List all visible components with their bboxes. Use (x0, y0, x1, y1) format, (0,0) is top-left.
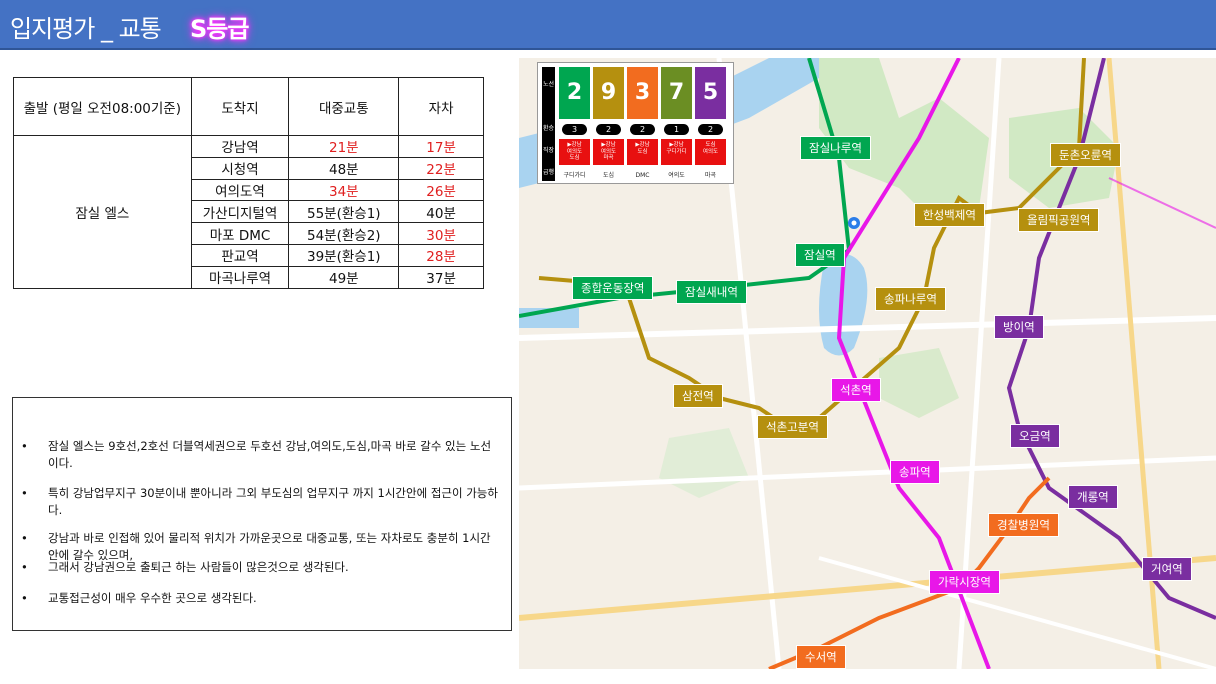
dest-cell: 마곡나루역 (190, 265, 290, 289)
legend-line-3: 3 2 ▶강남 도심 DMC (627, 67, 658, 181)
transfer-count: 2 (698, 124, 723, 135)
header-transit: 대중교통 (288, 77, 400, 136)
dest-cell: 판교역 (190, 243, 290, 267)
route-destinations: ▶강남 여의도 마곡 (593, 139, 624, 165)
transfer-count: 1 (664, 124, 689, 135)
car-cell: 17분 (398, 135, 484, 158)
car-cell: 22분 (398, 156, 484, 180)
station-label: 잠실역 (795, 243, 845, 267)
car-cell: 40분 (398, 200, 484, 224)
note-text: 잠실 엘스는 9호선,2호선 더블역세권으로 두호선 강남,여의도,도심,마곡 … (48, 439, 492, 470)
transfer-count: 2 (596, 124, 621, 135)
transit-cell: 34분 (288, 178, 400, 202)
express-destination: DMC (635, 172, 650, 179)
transit-cell: 21분 (288, 135, 400, 158)
table-row: 잠실 엘스 강남역 21분 17분 (13, 135, 484, 289)
dest-cell: 여의도역 (190, 178, 290, 202)
station-label: 석촌역 (831, 378, 881, 402)
express-destination: 구디가디 (563, 172, 586, 179)
station-label: 석촌고분역 (757, 415, 828, 439)
car-cell: 37분 (398, 265, 484, 289)
station-label: 올림픽공원역 (1018, 208, 1100, 232)
transit-cell: 54분(환승2) (288, 222, 400, 245)
origin-cell: 잠실 엘스 (13, 135, 192, 289)
bullet: • (21, 591, 28, 605)
dest-cell: 마포 DMC (190, 222, 290, 245)
express-destination: 여의도 (668, 172, 685, 179)
transit-cell: 55분(환승1) (288, 200, 400, 224)
station-label: 수서역 (796, 645, 846, 669)
note-text: 특히 강남업무지구 30분이내 뿐아니라 그외 부도심의 업무지구 까지 1시간… (48, 486, 498, 517)
line-number: 7 (661, 67, 692, 119)
station-label: 삼전역 (673, 384, 723, 408)
subway-map: 노선 환승 직장 급행 2 3 ▶강남 여의도 도심 구디가디 9 2 ▶강남 … (519, 58, 1216, 669)
station-label: 방이역 (994, 315, 1044, 339)
header-origin: 출발 (평일 오전08:00기준) (13, 77, 192, 136)
station-label: 개롱역 (1068, 485, 1118, 509)
note-text: 그래서 강남권으로 출퇴근 하는 사람들이 많은것으로 생각된다. (48, 560, 349, 574)
legend-line-5: 5 2 도심 여의도 마곡 (695, 67, 726, 181)
table-header-row: 출발 (평일 오전08:00기준) 도착지 대중교통 자차 (13, 77, 484, 136)
station-label: 둔촌오륜역 (1050, 143, 1121, 167)
station-label: 오금역 (1010, 424, 1060, 448)
bullet: • (21, 531, 28, 545)
legend-header-column: 노선 환승 직장 급행 (542, 67, 555, 181)
note-item: • 잠실 엘스는 9호선,2호선 더블역세권으로 두호선 강남,여의도,도심,마… (21, 438, 501, 472)
station-label: 거여역 (1142, 557, 1192, 581)
route-destinations: ▶강남 도심 (627, 139, 658, 165)
route-destinations: 도심 여의도 (695, 139, 726, 165)
line-number: 5 (695, 67, 726, 119)
legend-line-7: 7 1 ▶강남 구디가디 여의도 (661, 67, 692, 181)
header-car: 자차 (398, 77, 484, 136)
transit-cell: 39분(환승1) (288, 243, 400, 267)
dest-cell: 시청역 (190, 156, 290, 180)
slide-header: 입지평가 _ 교통 S등급 (0, 0, 1216, 50)
car-cell: 28분 (398, 243, 484, 267)
note-text: 교통접근성이 매우 우수한 곳으로 생각된다. (48, 591, 257, 605)
bullet: • (21, 439, 28, 453)
legend-header-work: 직장 (542, 147, 555, 154)
legend-line-9: 9 2 ▶강남 여의도 마곡 도심 (593, 67, 624, 181)
station-label: 한성백제역 (914, 203, 985, 227)
dest-cell: 강남역 (190, 135, 290, 158)
transfer-count: 2 (630, 124, 655, 135)
legend-header-transfer: 환승 (542, 125, 555, 132)
station-label: 잠실나루역 (800, 136, 871, 160)
legend-header-express: 급행 (542, 169, 555, 176)
legend-header-line: 노선 (542, 81, 555, 88)
route-destinations: ▶강남 구디가디 (661, 139, 692, 165)
header-destination: 도착지 (190, 77, 290, 136)
transit-cell: 48분 (288, 156, 400, 180)
note-item: • 특히 강남업무지구 30분이내 뿐아니라 그외 부도심의 업무지구 까지 1… (21, 485, 501, 519)
transfer-count: 3 (562, 124, 587, 135)
station-label: 경찰병원역 (988, 513, 1059, 537)
grade-badge: S등급 (190, 15, 249, 43)
bullet: • (21, 560, 28, 574)
station-label: 가락시장역 (929, 570, 1000, 594)
express-destination: 마곡 (704, 172, 717, 179)
commute-table: 출발 (평일 오전08:00기준) 도착지 대중교통 자차 잠실 엘스 강남역 … (13, 77, 484, 289)
legend-line-2: 2 3 ▶강남 여의도 도심 구디가디 (559, 67, 590, 181)
line-number: 2 (559, 67, 590, 119)
route-destinations: ▶강남 여의도 도심 (559, 139, 590, 165)
transit-cell: 49분 (288, 265, 400, 289)
station-label: 송파나루역 (875, 287, 946, 311)
note-item: • 그래서 강남권으로 출퇴근 하는 사람들이 많은것으로 생각된다. (21, 559, 501, 576)
line-number: 3 (627, 67, 658, 119)
notes-box: • 잠실 엘스는 9호선,2호선 더블역세권으로 두호선 강남,여의도,도심,마… (12, 397, 512, 631)
car-cell: 26분 (398, 178, 484, 202)
express-destination: 도심 (602, 172, 615, 179)
line-legend: 노선 환승 직장 급행 2 3 ▶강남 여의도 도심 구디가디 9 2 ▶강남 … (537, 62, 734, 184)
car-cell: 30분 (398, 222, 484, 245)
station-label: 송파역 (890, 460, 940, 484)
slide-title: 입지평가 _ 교통 (10, 15, 162, 43)
station-label: 종합운동장역 (572, 276, 654, 300)
bullet: • (21, 486, 28, 500)
dest-cell: 가산디지털역 (190, 200, 290, 224)
station-label: 잠실새내역 (676, 280, 747, 304)
note-item: • 교통접근성이 매우 우수한 곳으로 생각된다. (21, 590, 501, 607)
line-number: 9 (593, 67, 624, 119)
